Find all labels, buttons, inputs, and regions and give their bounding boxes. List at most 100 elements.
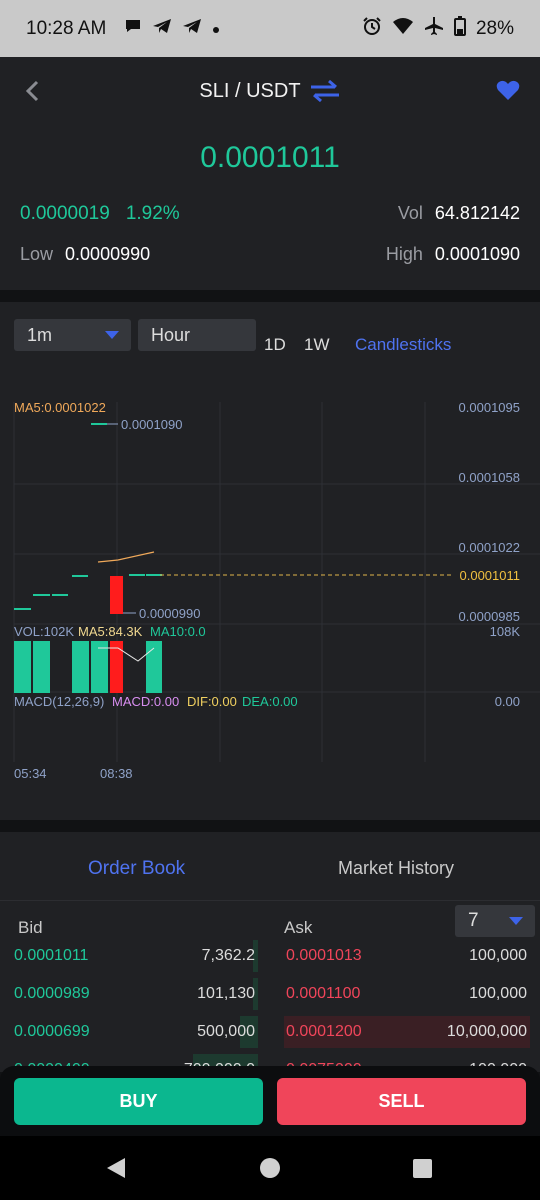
vol-ma5-label: MA5:84.3K <box>78 624 143 639</box>
tab-1w[interactable]: 1W <box>304 335 330 355</box>
last-price: 0.0001011 <box>200 141 340 174</box>
y-tick: 0.0000985 <box>459 609 520 624</box>
x-tick: 05:34 <box>14 766 47 781</box>
candle <box>110 576 123 614</box>
order-book-panel: Order Book Market History Bid Ask 7 0.00… <box>0 832 540 1072</box>
tab-candlesticks[interactable]: Candlesticks <box>355 335 451 355</box>
depth-select[interactable]: 7 <box>455 905 535 937</box>
macd-axis-label: 0.00 <box>495 694 520 709</box>
volume-bar <box>33 641 50 693</box>
bid-qty: 500,000 <box>197 1023 255 1040</box>
battery-icon <box>453 15 466 42</box>
back-nav-button[interactable] <box>107 1158 125 1178</box>
volume-stat: Vol 64.812142 <box>398 203 520 224</box>
telegram-icon <box>152 18 172 39</box>
low-stat: Low 0.0000990 <box>20 244 150 265</box>
macd-value: MACD:0.00 <box>112 694 179 709</box>
bid-price: 0.0000699 <box>14 1023 90 1040</box>
y-tick: 0.0001058 <box>459 470 520 485</box>
vol-label: Vol <box>397 203 423 223</box>
price-change: 0.0000019 1.92% <box>20 203 196 225</box>
high-stat: High 0.0001090 <box>386 244 520 265</box>
tab-market-history[interactable]: Market History <box>338 858 454 879</box>
chart-panel: 1m Hour 1D 1W Candlesticks MA5:0.0001022… <box>0 302 540 820</box>
status-time: 10:28 AM <box>26 17 107 39</box>
ask-qty: 10,000,000 <box>446 1023 527 1040</box>
vol-ma10-label: MA10:0.0 <box>150 624 206 639</box>
wifi-icon <box>392 17 414 41</box>
high-label: High <box>385 244 423 264</box>
chat-bubble-icon <box>124 18 142 39</box>
y-tick: 0.0001095 <box>459 400 520 415</box>
bid-row[interactable]: 0.0001011 7,362.2 <box>0 940 258 972</box>
vol-value: 64.812142 <box>434 203 520 223</box>
volume-bar <box>14 641 31 693</box>
heart-icon <box>496 80 520 100</box>
dif-value: DIF:0.00 <box>187 694 237 709</box>
ask-row[interactable]: 0.0001100 100,000 <box>284 978 530 1010</box>
change-value: 0.0000019 <box>20 203 110 224</box>
circle-home-icon <box>260 1158 280 1178</box>
dot-icon <box>212 18 220 39</box>
bid-header: Bid <box>18 918 43 937</box>
low-value: 0.0000990 <box>65 244 151 264</box>
tab-order-book[interactable]: Order Book <box>88 858 185 880</box>
triangle-back-icon <box>107 1158 125 1178</box>
period-value: Hour <box>151 324 191 345</box>
square-recents-icon <box>413 1159 432 1178</box>
period-select[interactable]: Hour <box>138 319 256 351</box>
ask-row[interactable]: 0.0001013 100,000 <box>284 940 530 972</box>
tab-1d[interactable]: 1D <box>264 335 286 355</box>
depth-value: 7 <box>468 910 479 931</box>
ask-header: Ask <box>284 918 313 937</box>
pair-title: SLI / USDT <box>199 79 301 102</box>
ask-price: 0.0001100 <box>286 985 361 1002</box>
bid-row[interactable]: 0.0000989 101,130 <box>0 978 258 1010</box>
action-bar: BUY SELL <box>0 1066 540 1136</box>
interval-select[interactable]: 1m <box>14 319 131 351</box>
min-price-label: 0.0000990 <box>139 606 200 621</box>
high-value: 0.0001090 <box>434 244 520 264</box>
bid-row[interactable]: 0.0000699 500,000 <box>0 1016 258 1048</box>
low-label: Low <box>20 244 54 264</box>
volume-bar <box>110 641 123 693</box>
recents-nav-button[interactable] <box>413 1159 432 1178</box>
favorite-button[interactable] <box>496 79 522 103</box>
volume-bar <box>72 641 89 693</box>
interval-value: 1m <box>27 324 53 345</box>
ask-qty: 100,000 <box>469 985 527 1002</box>
candles <box>14 423 162 614</box>
current-price-label: 0.0001011 <box>460 568 521 583</box>
ask-price: 0.0001013 <box>286 947 362 964</box>
vol-max-label: 108K <box>490 624 521 639</box>
swap-icon <box>310 79 339 103</box>
macd-label: MACD(12,26,9) <box>14 694 104 709</box>
market-header: SLI / USDT 0.0001011 0.0000019 1.92% Vol 6… <box>0 57 540 290</box>
vol-label: VOL:102K <box>14 624 74 639</box>
ask-row[interactable]: 0.0001200 10,000,000 <box>284 1016 530 1048</box>
home-nav-button[interactable] <box>260 1158 280 1178</box>
buy-button[interactable]: BUY <box>14 1078 263 1125</box>
bid-price: 0.0001011 <box>14 947 89 964</box>
divider <box>0 900 540 901</box>
y-tick: 0.0001022 <box>459 540 520 555</box>
bid-price: 0.0000989 <box>14 985 90 1002</box>
volume-bar <box>91 641 108 693</box>
change-percent: 1.92% <box>125 203 180 224</box>
ask-qty: 100,000 <box>469 947 527 964</box>
max-price-label: 0.0001090 <box>121 417 182 432</box>
system-nav-bar <box>0 1136 540 1200</box>
volume-bars <box>14 641 162 693</box>
candlestick-chart[interactable]: MA5:0.0001022 0.0001095 0.0001058 0.0001… <box>0 382 540 792</box>
bid-qty: 101,130 <box>197 985 255 1002</box>
sell-button[interactable]: SELL <box>277 1078 526 1125</box>
x-tick: 08:38 <box>100 766 133 781</box>
airplane-icon <box>424 16 444 42</box>
battery-percent: 28% <box>475 17 514 39</box>
caret-down-icon <box>509 917 523 925</box>
caret-down-icon <box>105 331 119 339</box>
bid-qty: 7,362.2 <box>201 947 255 964</box>
ask-price: 0.0001200 <box>286 1023 362 1040</box>
telegram-icon <box>182 18 202 39</box>
pair-selector[interactable]: SLI / USDT <box>0 79 540 103</box>
